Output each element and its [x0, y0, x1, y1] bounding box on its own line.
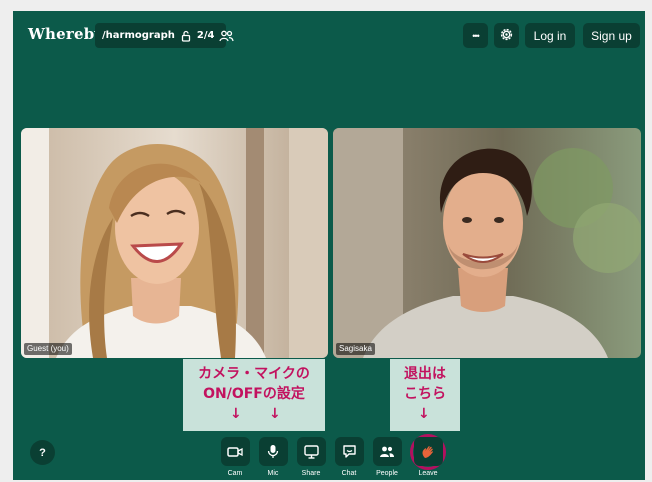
- share-label: Share: [301, 470, 321, 477]
- annotation-line-2: こちら: [404, 386, 446, 402]
- screen-share-icon: [303, 444, 319, 459]
- cam-control[interactable]: Cam: [219, 437, 251, 482]
- leave-button[interactable]: [413, 437, 443, 466]
- settings-button[interactable]: [494, 23, 519, 48]
- arrow-icon: ↓: [269, 406, 281, 422]
- leave-control[interactable]: Leave: [412, 437, 444, 482]
- mic-control[interactable]: Mic: [257, 437, 289, 482]
- microphone-icon: [267, 445, 279, 458]
- people-icon: [219, 30, 235, 42]
- camera-mic-annotation: カメラ・マイクの ON/OFFの設定 ↓ ↓: [183, 359, 325, 431]
- share-button[interactable]: [296, 437, 326, 466]
- more-options-button[interactable]: •••: [463, 23, 488, 48]
- mic-button[interactable]: [258, 437, 288, 466]
- participant-count: 2/4: [196, 30, 215, 41]
- sagisaka-video-image: [333, 128, 641, 358]
- people-button[interactable]: [372, 437, 402, 466]
- help-button[interactable]: ?: [30, 440, 55, 465]
- leave-annotation: 退出は こちら ↓: [390, 359, 460, 431]
- video-tile-guest[interactable]: Guest (you): [21, 128, 328, 358]
- window-frame: Whereby /harmograph 2/4 ••• Log in Sign …: [0, 0, 652, 482]
- login-button[interactable]: Log in: [525, 23, 575, 48]
- arrow-icon: ↓: [230, 406, 242, 422]
- share-control[interactable]: Share: [295, 437, 327, 482]
- room-name: /harmograph: [102, 30, 175, 41]
- mic-label: Mic: [267, 470, 279, 477]
- participant-name-tag: Guest (you): [24, 343, 72, 355]
- camera-icon: [227, 446, 243, 457]
- people-icon: [380, 446, 394, 457]
- more-icon: •••: [472, 30, 480, 41]
- annotation-line-1: カメラ・マイクの: [198, 366, 310, 382]
- people-label: People: [376, 470, 398, 477]
- participant-name-tag: Sagisaka: [336, 343, 375, 355]
- gear-icon: [499, 27, 514, 45]
- meeting-room: Whereby /harmograph 2/4 ••• Log in Sign …: [13, 11, 645, 480]
- signup-button[interactable]: Sign up: [583, 23, 640, 48]
- chat-control[interactable]: Chat: [333, 437, 365, 482]
- annotation-line-1: 退出は: [404, 366, 446, 382]
- video-tile-sagisaka[interactable]: Sagisaka: [333, 128, 641, 358]
- chat-icon: [342, 445, 356, 458]
- people-control[interactable]: People: [371, 437, 403, 482]
- cam-button[interactable]: [220, 437, 250, 466]
- cam-label: Cam: [227, 470, 243, 477]
- leave-label: Leave: [418, 470, 438, 477]
- unlock-icon: [180, 30, 192, 42]
- whereby-logo[interactable]: Whereby: [28, 25, 103, 43]
- room-info-pill[interactable]: /harmograph 2/4: [95, 23, 235, 48]
- arrow-icon: ↓: [418, 406, 430, 422]
- chat-label: Chat: [341, 470, 357, 477]
- waving-hand-icon: [422, 445, 433, 458]
- annotation-line-2: ON/OFFの設定: [203, 386, 305, 402]
- guest-video-image: [21, 128, 328, 358]
- chat-button[interactable]: [334, 437, 364, 466]
